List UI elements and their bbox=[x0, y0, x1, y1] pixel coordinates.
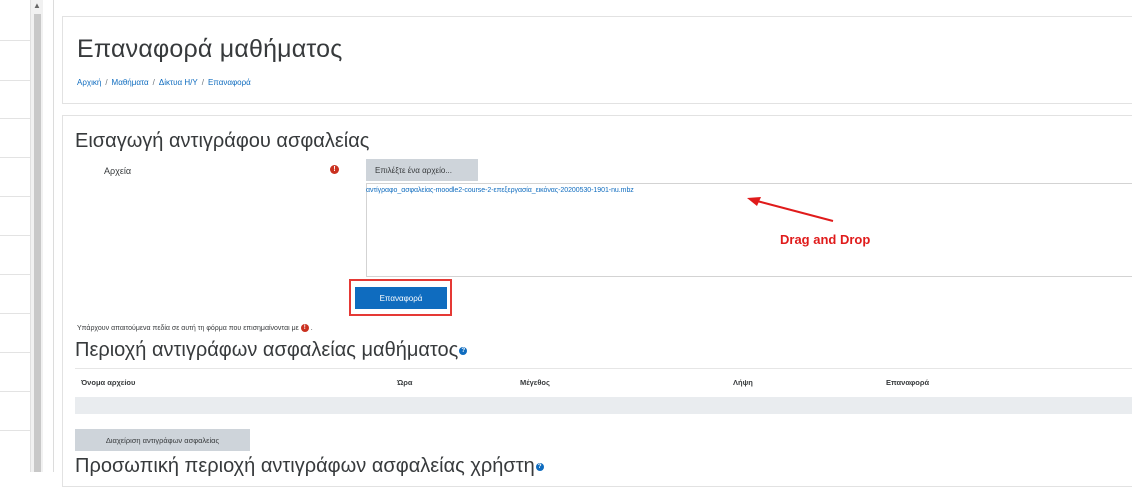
required-icon: ! bbox=[330, 165, 339, 174]
annotation-arrow-icon bbox=[747, 197, 834, 222]
course-backup-heading: Περιοχή αντιγράφων ασφαλείας μαθήματος? bbox=[75, 339, 468, 362]
restore-button[interactable]: Επαναφορά bbox=[355, 287, 447, 309]
user-backup-heading-text: Προσωπική περιοχή αντιγράφων ασφαλείας χ… bbox=[75, 455, 535, 477]
page-title: Επαναφορά μαθήματος bbox=[77, 35, 343, 63]
required-note-end: . bbox=[310, 324, 313, 332]
breadcrumb-home[interactable]: Αρχική bbox=[77, 78, 101, 87]
help-icon[interactable]: ? bbox=[535, 462, 544, 471]
manage-backups-button[interactable]: Διαχείριση αντιγράφων ασφαλείας bbox=[75, 429, 250, 451]
import-backup-heading: Εισαγωγή αντιγράφου ασφαλείας bbox=[75, 130, 370, 152]
breadcrumb: Αρχική / Μαθήματα / Δίκτυα Η/Υ / Επαναφορά bbox=[77, 78, 251, 87]
files-label: Αρχεία bbox=[104, 166, 132, 176]
column-time[interactable]: Ώρα bbox=[397, 378, 413, 387]
divider bbox=[53, 0, 54, 472]
page-header: Επαναφορά μαθήματος Αρχική / Μαθήματα / Δίκτ… bbox=[62, 16, 1132, 104]
table-row bbox=[75, 397, 1132, 414]
vertical-scrollbar[interactable]: ▲ bbox=[30, 0, 43, 472]
breadcrumb-restore[interactable]: Επαναφορά bbox=[208, 78, 251, 87]
drag-drop-annotation: Drag and Drop bbox=[780, 232, 871, 247]
user-backup-heading: Προσωπική περιοχή αντιγράφων ασφαλείας χ… bbox=[75, 455, 544, 478]
uploaded-file-link[interactable]: αντίγραφο_ασφαλείας-moodle2-course-2-επε… bbox=[366, 187, 634, 194]
help-icon[interactable]: ? bbox=[459, 346, 468, 355]
choose-file-button[interactable]: Επιλέξτε ένα αρχείο... bbox=[366, 159, 478, 181]
column-size[interactable]: Μέγεθος bbox=[520, 378, 550, 387]
scroll-up-icon[interactable]: ▲ bbox=[33, 2, 41, 10]
breadcrumb-courses[interactable]: Μαθήματα bbox=[112, 78, 149, 87]
required-note-text: Υπάρχουν απαιτούμενα πεδία σε αυτή τη φό… bbox=[77, 324, 299, 332]
column-filename[interactable]: Όνομα αρχείου bbox=[81, 378, 135, 387]
required-fields-note: Υπάρχουν απαιτούμενα πεδία σε αυτή τη φό… bbox=[77, 324, 313, 332]
column-restore[interactable]: Επαναφορά bbox=[886, 378, 929, 387]
course-backup-heading-text: Περιοχή αντιγράφων ασφαλείας μαθήματος bbox=[75, 339, 459, 361]
required-icon: ! bbox=[300, 324, 309, 332]
breadcrumb-course[interactable]: Δίκτυα Η/Υ bbox=[159, 78, 198, 87]
column-download[interactable]: Λήψη bbox=[733, 378, 753, 387]
scrollbar-thumb[interactable] bbox=[34, 14, 41, 472]
backup-table-header: Όνομα αρχείου Ώρα Μέγεθος Λήψη Επαναφορά bbox=[75, 368, 1132, 397]
